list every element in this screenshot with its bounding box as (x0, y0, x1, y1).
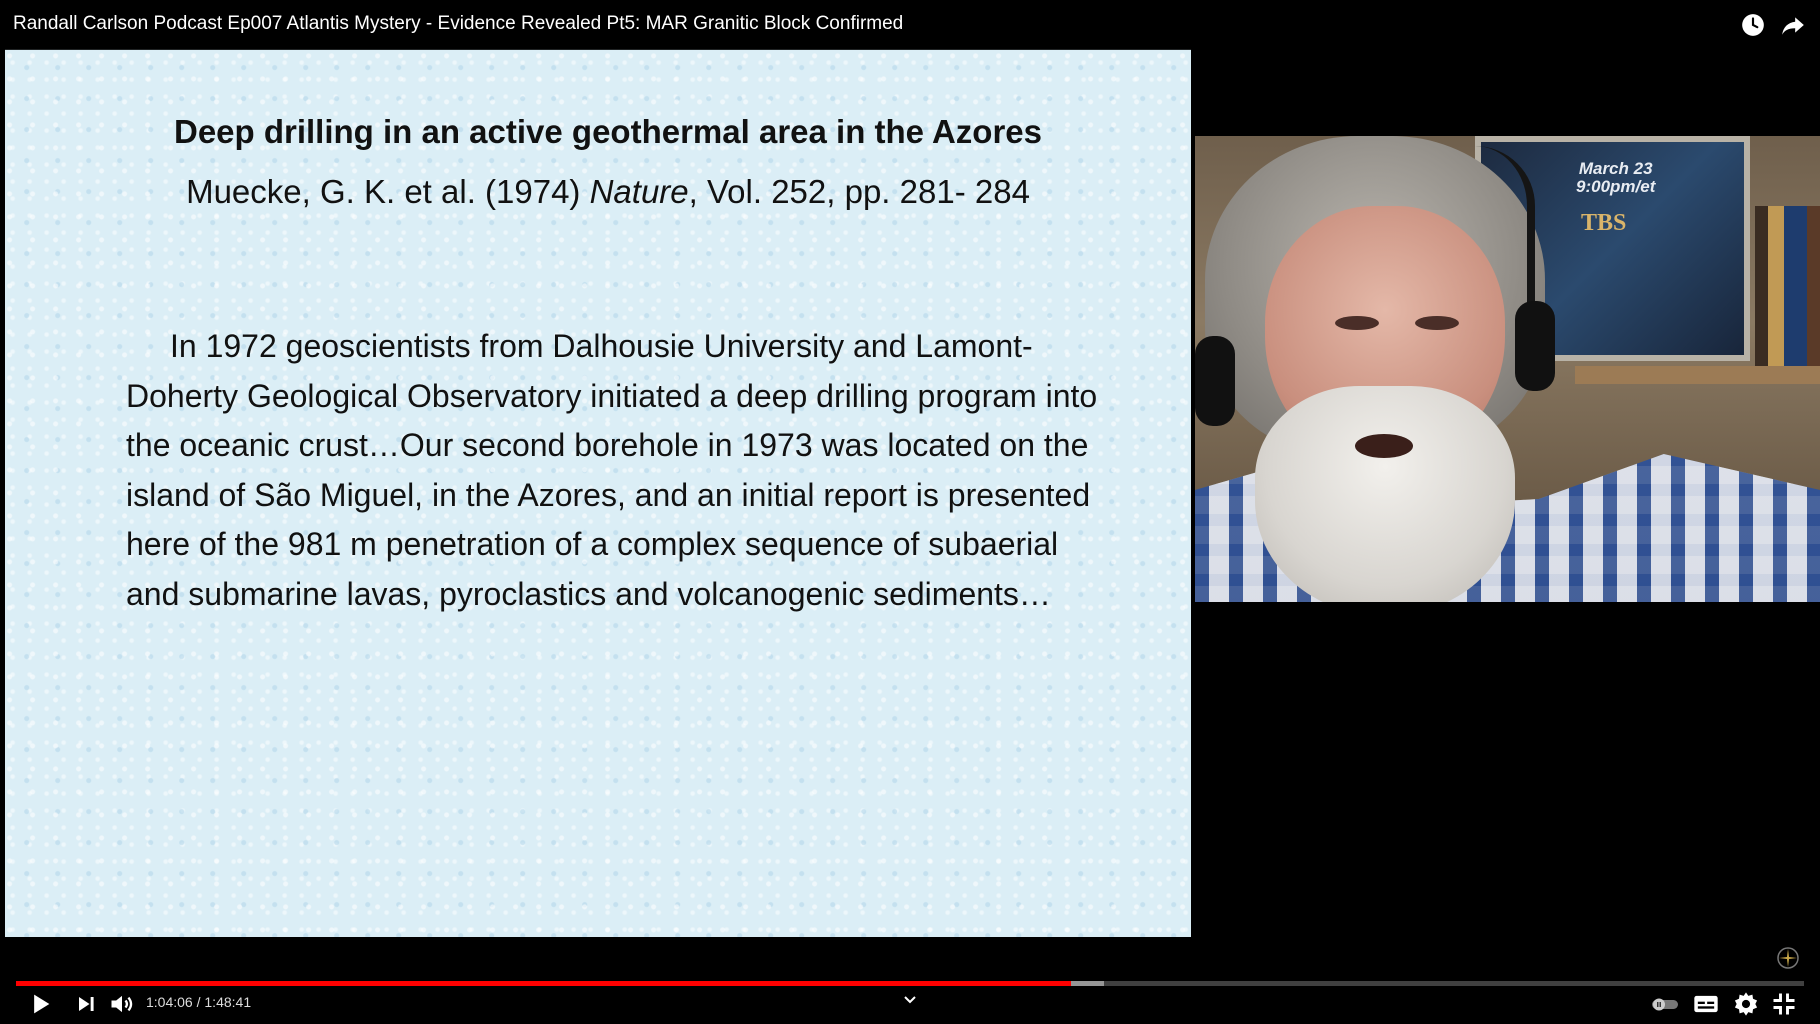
channel-watermark-icon[interactable] (1776, 946, 1800, 970)
settings-icon[interactable] (1732, 990, 1760, 1018)
video-player[interactable]: Deep drilling in an active geothermal ar… (0, 0, 1820, 1024)
exit-fullscreen-icon[interactable] (1770, 990, 1798, 1018)
clock-icon[interactable] (1740, 12, 1766, 38)
time-separator: / (192, 994, 205, 1010)
time-display: 1:04:06 / 1:48:41 (146, 994, 251, 1010)
presenter-right-eye (1415, 316, 1459, 330)
autoplay-toggle-icon[interactable] (1650, 990, 1680, 1018)
progress-bar[interactable] (16, 981, 1804, 986)
share-icon[interactable] (1780, 12, 1806, 38)
presenter-left-eye (1335, 316, 1379, 330)
webcam-overlay: March 23 9:00pm/et TBS (1195, 136, 1820, 602)
citation-authors: Muecke, G. K. et al. (1974) (186, 173, 590, 210)
citation-journal: Nature (589, 173, 689, 210)
presenter-mouth (1355, 434, 1413, 458)
progress-played (16, 981, 1071, 986)
subtitles-icon[interactable] (1692, 990, 1720, 1018)
shelf (1575, 366, 1820, 384)
video-title[interactable]: Randall Carlson Podcast Ep007 Atlantis M… (13, 13, 903, 35)
slide-body-text: In 1972 geoscientists from Dalhousie Uni… (126, 328, 1098, 612)
presenter-beard (1255, 386, 1515, 602)
next-icon[interactable] (72, 990, 100, 1018)
books (1755, 206, 1820, 366)
poster-date: March 23 9:00pm/et (1576, 160, 1655, 196)
volume-icon[interactable] (108, 990, 136, 1018)
duration: 1:48:41 (204, 994, 252, 1010)
controls-background (0, 960, 1820, 1024)
chevron-down-icon[interactable] (902, 994, 918, 1006)
title-bar: Randall Carlson Podcast Ep007 Atlantis M… (0, 0, 1820, 50)
poster-logo: TBS (1581, 210, 1627, 236)
poster-date-text: March 23 9:00pm/et (1576, 159, 1656, 196)
play-icon[interactable] (26, 990, 54, 1018)
slide-heading: Deep drilling in an active geothermal ar… (173, 113, 1043, 150)
headphone-right-cup (1515, 301, 1555, 391)
current-time: 1:04:06 (146, 994, 193, 1010)
headphone-left-cup (1195, 336, 1235, 426)
presentation-slide: Deep drilling in an active geothermal ar… (5, 49, 1191, 937)
slide-citation: Muecke, G. K. et al. (1974) Nature, Vol.… (5, 173, 1191, 211)
citation-volume: , Vol. 252, pp. 281- 284 (688, 173, 1030, 210)
